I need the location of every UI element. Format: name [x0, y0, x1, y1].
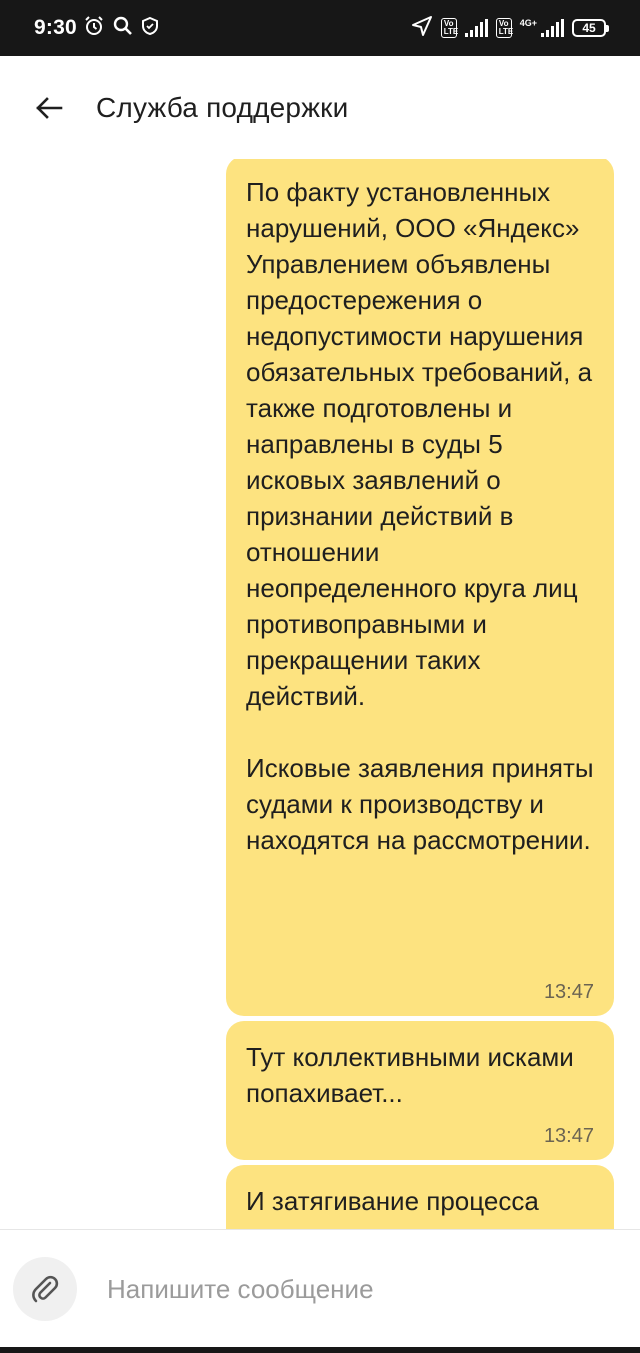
message-text: По факту установленных нарушений, ООО «Я… — [246, 177, 594, 855]
navigation-bar — [0, 1347, 640, 1353]
arrow-left-icon — [36, 96, 63, 119]
search-icon — [113, 16, 133, 41]
message-time: 13:47 — [543, 981, 594, 1003]
volte-badge-1: Vo LTE — [440, 18, 458, 38]
message-input[interactable] — [105, 1272, 589, 1306]
message-bubble-1[interactable]: По факту установленных нарушений, ООО «Я… — [226, 159, 614, 1016]
location-icon — [411, 15, 433, 42]
shield-icon — [141, 16, 159, 41]
paperclip-icon — [32, 1275, 59, 1303]
attach-button[interactable] — [13, 1257, 77, 1321]
status-bar: 9:30 Vo LTE Vo LTE 4G+ 45 — [0, 0, 640, 56]
status-left-icons — [83, 15, 159, 42]
volte-badge-2: Vo LTE — [495, 18, 513, 38]
message-bubble-3[interactable]: И затягивание процесса — [226, 1165, 614, 1229]
message-time: 13:47 — [543, 1125, 594, 1147]
back-button[interactable] — [24, 83, 74, 133]
signal-icon-2 — [541, 19, 564, 37]
page-title: Служба поддержки — [96, 91, 349, 123]
message-bubble-2[interactable]: Тут коллективными исками попахивает... 1… — [226, 1021, 614, 1160]
message-text: Тут коллективными исками попахивает... — [246, 1042, 582, 1108]
status-time: 9:30 — [34, 16, 77, 39]
message-text: И затягивание процесса — [246, 1186, 539, 1216]
chat-header: Служба поддержки — [0, 56, 640, 159]
signal-icon-1 — [464, 19, 488, 37]
alarm-icon — [83, 15, 105, 42]
message-composer — [0, 1229, 640, 1348]
battery-icon: 45 — [572, 19, 609, 37]
network-type: 4G+ — [519, 17, 537, 28]
status-right-icons: Vo LTE Vo LTE 4G+ 45 — [411, 15, 609, 42]
message-list[interactable]: По факту установленных нарушений, ООО «Я… — [0, 159, 640, 1229]
